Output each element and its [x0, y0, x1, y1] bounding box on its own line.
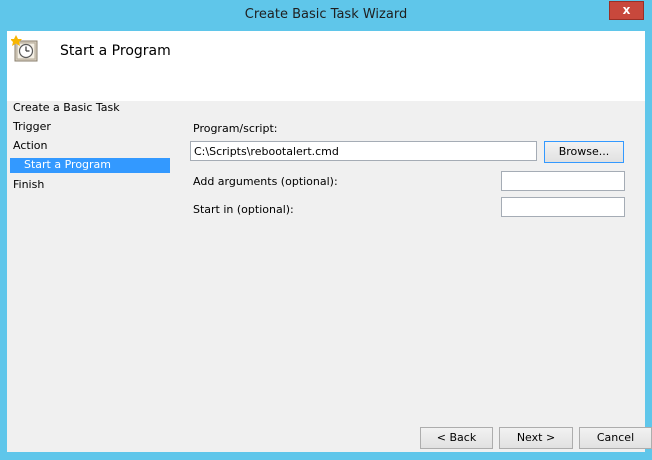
- close-button[interactable]: x: [609, 1, 644, 20]
- task-scheduler-clock-icon: [11, 35, 38, 62]
- wizard-steps-nav: Create a Basic Task Trigger Action Start…: [7, 101, 172, 452]
- program-script-label: Program/script:: [193, 122, 278, 135]
- window-title: Create Basic Task Wizard: [244, 7, 408, 22]
- page-title: Start a Program: [60, 43, 171, 59]
- start-in-label: Start in (optional):: [193, 203, 294, 216]
- start-in-input[interactable]: [501, 197, 625, 217]
- wizard-body: Create a Basic Task Trigger Action Start…: [7, 101, 652, 452]
- next-button[interactable]: Next >: [499, 427, 573, 449]
- add-arguments-input[interactable]: [501, 171, 625, 191]
- cancel-button[interactable]: Cancel: [579, 427, 652, 449]
- nav-step-action[interactable]: Action: [13, 139, 47, 154]
- wizard-header: Start a Program: [7, 31, 645, 101]
- wizard-window: Create Basic Task Wizard x Start a Progr…: [0, 0, 652, 460]
- back-button[interactable]: < Back: [420, 427, 493, 449]
- nav-step-create-basic-task[interactable]: Create a Basic Task: [13, 101, 120, 116]
- wizard-client-area: Start a Program Create a Basic Task Trig…: [7, 31, 652, 452]
- close-icon: x: [622, 3, 631, 17]
- program-script-input[interactable]: [190, 141, 537, 161]
- nav-step-finish[interactable]: Finish: [13, 178, 44, 193]
- nav-step-trigger[interactable]: Trigger: [13, 120, 51, 135]
- nav-step-start-a-program[interactable]: Start a Program: [10, 158, 170, 173]
- add-arguments-label: Add arguments (optional):: [193, 175, 338, 188]
- browse-button[interactable]: Browse...: [544, 141, 624, 163]
- title-bar[interactable]: Create Basic Task Wizard x: [0, 0, 652, 31]
